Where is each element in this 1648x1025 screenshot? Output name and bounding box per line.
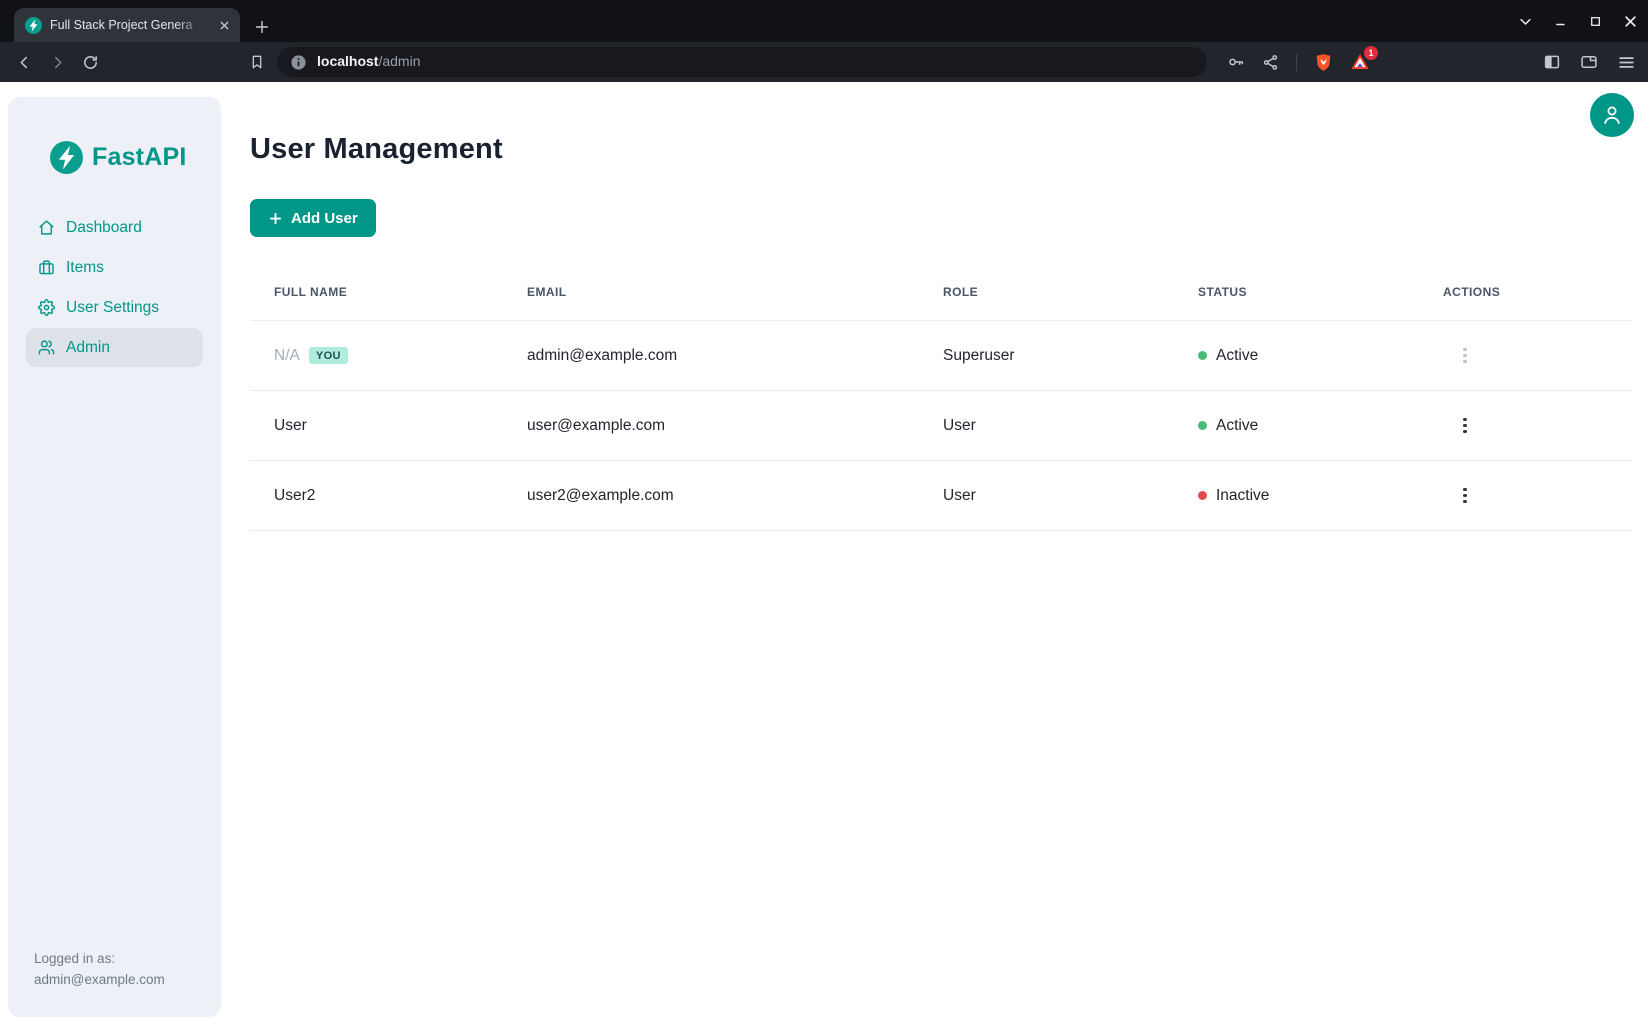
full-name-cell: N/A YOU [250, 347, 503, 365]
window-controls [1518, 0, 1638, 42]
gear-icon [38, 299, 55, 316]
you-badge: YOU [309, 347, 348, 364]
plus-icon [268, 211, 283, 226]
site-info-icon[interactable] [290, 54, 307, 71]
app-page: FastAPI Dashboard Items User Settings [0, 82, 1648, 1025]
status-dot-inactive [1198, 491, 1207, 500]
brave-shield-icon[interactable] [1314, 53, 1333, 72]
sidebar-item-items[interactable]: Items [26, 248, 203, 287]
column-header-role: ROLE [919, 285, 1174, 299]
column-header-email: EMAIL [503, 285, 919, 299]
bookmark-icon[interactable] [249, 54, 265, 70]
fastapi-bolt-icon [50, 141, 83, 174]
brave-rewards-icon[interactable]: 1 [1350, 52, 1370, 72]
full-name-value: User2 [274, 487, 315, 505]
status-value: Active [1216, 347, 1258, 365]
status-cell: Active [1174, 347, 1419, 365]
sidebar-item-label: Items [66, 259, 104, 277]
role-cell: Superuser [919, 347, 1174, 365]
close-icon[interactable] [1623, 14, 1638, 29]
browser-window: Full Stack Project Genera [0, 0, 1648, 1025]
briefcase-icon [38, 259, 55, 276]
tab-strip: Full Stack Project Genera [0, 0, 1648, 42]
tab-close-icon[interactable] [218, 19, 231, 32]
fastapi-logo[interactable]: FastAPI [8, 97, 221, 174]
logged-in-email: admin@example.com [34, 969, 165, 991]
status-cell: Active [1174, 417, 1419, 435]
status-value: Active [1216, 417, 1258, 435]
url-path: /admin [378, 53, 420, 69]
full-name-value: User [274, 417, 307, 435]
table-header-row: FULL NAME EMAIL ROLE STATUS ACTIONS [250, 263, 1632, 321]
table-row: User user@example.com User Active [250, 391, 1632, 461]
sidebar-item-dashboard[interactable]: Dashboard [26, 208, 203, 247]
browser-tab[interactable]: Full Stack Project Genera [14, 8, 240, 42]
home-icon [38, 219, 55, 236]
url-text: localhost/admin [317, 53, 421, 71]
full-name-cell: User [250, 417, 503, 435]
sidebar-nav: Dashboard Items User Settings Admin [8, 208, 221, 367]
sidebar: FastAPI Dashboard Items User Settings [8, 97, 221, 1017]
status-dot-active [1198, 421, 1207, 430]
toolbar-end-actions [1543, 53, 1636, 72]
actions-cell [1419, 483, 1632, 509]
rewards-count-badge: 1 [1364, 46, 1378, 60]
email-cell: user2@example.com [503, 487, 919, 505]
back-icon[interactable] [12, 54, 36, 71]
sidebar-item-user-settings[interactable]: User Settings [26, 288, 203, 327]
status-cell: Inactive [1174, 487, 1419, 505]
toolbar-divider [1296, 54, 1297, 71]
users-table: FULL NAME EMAIL ROLE STATUS ACTIONS N/A … [250, 263, 1632, 531]
share-icon[interactable] [1262, 54, 1279, 71]
email-cell: admin@example.com [503, 347, 919, 365]
reload-icon[interactable] [78, 54, 102, 71]
wallet-icon[interactable] [1580, 53, 1598, 71]
users-icon [38, 339, 55, 356]
status-value: Inactive [1216, 487, 1269, 505]
logged-in-label: Logged in as: [34, 948, 165, 970]
minimize-icon[interactable] [1554, 14, 1568, 28]
url-host: localhost [317, 53, 378, 69]
actions-cell [1419, 413, 1632, 439]
table-row: User2 user2@example.com User Inactive [250, 461, 1632, 531]
table-row: N/A YOU admin@example.com Superuser Acti… [250, 321, 1632, 391]
tab-title: Full Stack Project Genera [50, 18, 210, 32]
actions-cell [1419, 343, 1632, 369]
full-name-value: N/A [274, 347, 300, 365]
status-dot-active [1198, 351, 1207, 360]
toolbar-actions: 1 [1227, 52, 1370, 72]
column-header-status: STATUS [1174, 285, 1419, 299]
forward-icon[interactable] [45, 54, 69, 71]
main-content: User Management Add User FULL NAME EMAIL… [250, 82, 1632, 531]
fastapi-favicon-icon [25, 17, 42, 34]
add-user-button[interactable]: Add User [250, 199, 376, 237]
actions-menu-button[interactable] [1455, 483, 1475, 509]
logged-in-info: Logged in as: admin@example.com [34, 948, 165, 991]
actions-menu-button [1455, 343, 1475, 369]
maximize-icon[interactable] [1589, 15, 1602, 28]
sidebar-item-label: Dashboard [66, 219, 142, 237]
browser-toolbar: localhost/admin 1 [0, 42, 1648, 82]
logo-text: FastAPI [92, 143, 186, 172]
tab-search-icon[interactable] [1518, 14, 1533, 29]
sidebar-item-label: Admin [66, 339, 110, 357]
new-tab-button[interactable] [254, 19, 270, 35]
add-user-label: Add User [291, 210, 358, 227]
address-bar[interactable]: localhost/admin [277, 47, 1207, 77]
email-cell: user@example.com [503, 417, 919, 435]
full-name-cell: User2 [250, 487, 503, 505]
sidebar-item-label: User Settings [66, 299, 159, 317]
role-cell: User [919, 487, 1174, 505]
column-header-full-name: FULL NAME [250, 285, 503, 299]
key-icon[interactable] [1227, 53, 1245, 71]
column-header-actions: ACTIONS [1419, 285, 1632, 299]
sidebar-item-admin[interactable]: Admin [26, 328, 203, 367]
role-cell: User [919, 417, 1174, 435]
menu-icon[interactable] [1617, 53, 1636, 72]
reading-panel-icon[interactable] [1543, 53, 1561, 71]
actions-menu-button[interactable] [1455, 413, 1475, 439]
page-title: User Management [250, 133, 1632, 166]
